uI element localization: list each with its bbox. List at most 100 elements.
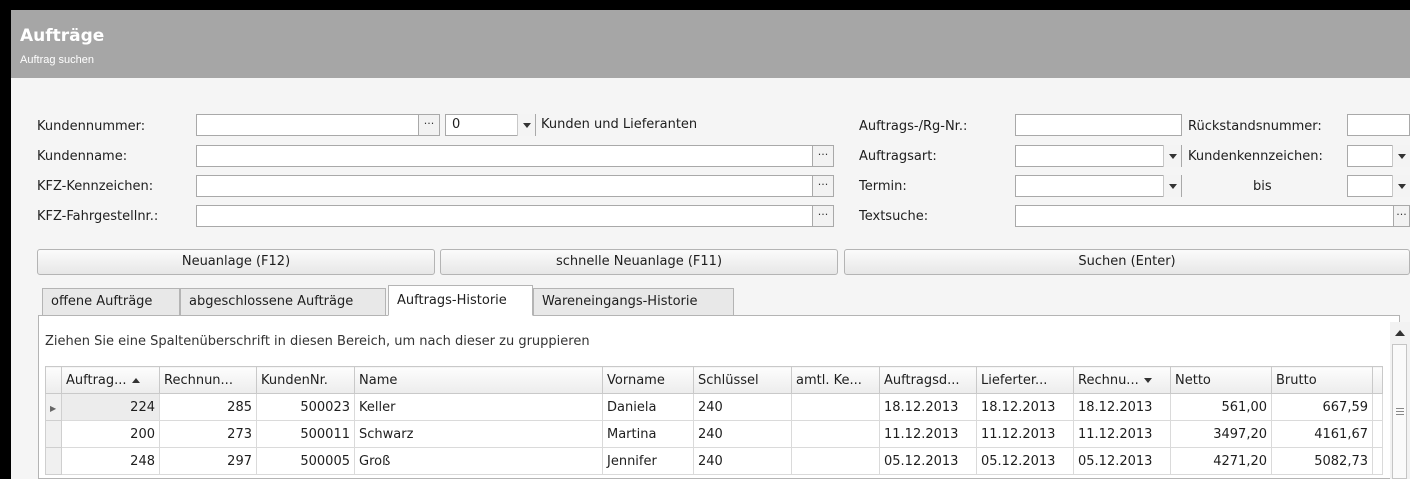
tab-wareneingangs-historie[interactable]: Wareneingangs-Historie xyxy=(533,288,734,316)
kundentyp-dropdown-icon[interactable] xyxy=(517,114,535,136)
col-auftragsdatum[interactable]: Auftragsd... xyxy=(879,366,977,394)
rueckstandsnummer-input[interactable] xyxy=(1347,114,1410,136)
cell-netto[interactable]: 561,00 xyxy=(1170,393,1272,421)
cell-rechnungsdatum[interactable]: 05.12.2013 xyxy=(1073,447,1171,475)
cell-rechnung[interactable]: 297 xyxy=(159,447,257,475)
auftragsart-label: Auftragsart: xyxy=(859,149,937,164)
tab-offene-auftraege[interactable]: offene Aufträge xyxy=(42,288,180,316)
cell-kundennr[interactable]: 500023 xyxy=(256,393,355,421)
col-kundennr[interactable]: KundenNr. xyxy=(256,366,355,394)
kundenkennzeichen-label: Kundenkennzeichen: xyxy=(1188,149,1323,164)
cell-auftrag[interactable]: 200 xyxy=(61,420,160,448)
kundenname-label: Kundenname: xyxy=(37,149,128,164)
kfz-fahrgestellnr-input[interactable] xyxy=(196,205,814,227)
orders-grid: Auftrag... Rechnun... KundenNr. Name Vor… xyxy=(45,366,1383,475)
rueckstandsnummer-label: Rückstandsnummer: xyxy=(1188,119,1322,134)
kfz-kennzeichen-lookup-button[interactable]: ··· xyxy=(812,175,834,197)
cell-filler xyxy=(1372,447,1383,475)
cell-schluessel[interactable]: 240 xyxy=(693,420,792,448)
kundentyp-text: Kunden und Lieferanten xyxy=(541,117,698,132)
cell-vorname[interactable]: Martina xyxy=(602,420,694,448)
neuanlage-button[interactable]: Neuanlage (F12) xyxy=(37,249,435,275)
cell-name[interactable]: Keller xyxy=(354,393,603,421)
cell-name[interactable]: Groß xyxy=(354,447,603,475)
cell-amtl-kennzeichen[interactable] xyxy=(791,420,880,448)
cell-auftragsdatum[interactable]: 11.12.2013 xyxy=(879,420,977,448)
cell-rechnungsdatum[interactable]: 11.12.2013 xyxy=(1073,420,1171,448)
row-indicator xyxy=(45,420,62,448)
cell-amtl-kennzeichen[interactable] xyxy=(791,447,880,475)
termin-to-dropdown-icon[interactable] xyxy=(1392,175,1410,197)
schnelle-neuanlage-button[interactable]: schnelle Neuanlage (F11) xyxy=(440,249,838,275)
suchen-button[interactable]: Suchen (Enter) xyxy=(844,249,1410,275)
window-top-border xyxy=(0,0,1410,10)
kfz-kennzeichen-input[interactable] xyxy=(196,175,814,197)
col-brutto[interactable]: Brutto xyxy=(1271,366,1373,394)
scroll-up-icon[interactable] xyxy=(1395,330,1405,336)
cell-rechnung[interactable]: 273 xyxy=(159,420,257,448)
page-header: Aufträge Auftrag suchen xyxy=(11,10,1410,78)
kfz-fahrgestellnr-lookup-button[interactable]: ··· xyxy=(812,205,834,227)
cell-auftragsdatum[interactable]: 05.12.2013 xyxy=(879,447,977,475)
table-row[interactable]: 248 297 500005 Groß Jennifer 240 05.12.2… xyxy=(45,447,1383,475)
termin-from-select[interactable] xyxy=(1015,175,1182,197)
cell-name[interactable]: Schwarz xyxy=(354,420,603,448)
auftragsart-dropdown-icon[interactable] xyxy=(1163,145,1181,167)
col-name[interactable]: Name xyxy=(354,366,603,394)
kundennummer-input[interactable] xyxy=(196,114,440,136)
cell-vorname[interactable]: Daniela xyxy=(602,393,694,421)
termin-from-dropdown-icon[interactable] xyxy=(1163,175,1181,197)
col-rechnungsdatum-label: Rechnu... xyxy=(1078,373,1152,388)
cell-rechnung[interactable]: 285 xyxy=(159,393,257,421)
table-row[interactable]: 200 273 500011 Schwarz Martina 240 11.12… xyxy=(45,420,1383,448)
cell-auftrag[interactable]: 248 xyxy=(61,447,160,475)
kundenname-input[interactable] xyxy=(196,145,814,167)
cell-netto[interactable]: 3497,20 xyxy=(1170,420,1272,448)
cell-brutto[interactable]: 5082,73 xyxy=(1271,447,1373,475)
kundenkennzeichen-dropdown-icon[interactable] xyxy=(1392,145,1410,167)
col-liefertermin[interactable]: Lieferter... xyxy=(976,366,1074,394)
cell-auftragsdatum[interactable]: 18.12.2013 xyxy=(879,393,977,421)
kfz-fahrgestellnr-label: KFZ-Fahrgestellnr.: xyxy=(37,209,159,224)
textsuche-input[interactable] xyxy=(1015,205,1395,227)
tab-auftrags-historie[interactable]: Auftrags-Historie xyxy=(388,285,533,316)
grid-vertical-scrollbar[interactable] xyxy=(1390,322,1410,479)
group-by-hint[interactable]: Ziehen Sie eine Spaltenüberschrift in di… xyxy=(45,334,590,349)
cell-liefertermin[interactable]: 11.12.2013 xyxy=(976,420,1074,448)
col-rechnung[interactable]: Rechnun... xyxy=(159,366,257,394)
cell-rechnungsdatum[interactable]: 18.12.2013 xyxy=(1073,393,1171,421)
col-filler xyxy=(1372,366,1383,394)
cell-schluessel[interactable]: 240 xyxy=(693,393,792,421)
kundennummer-lookup-button[interactable]: ··· xyxy=(418,114,440,136)
cell-brutto[interactable]: 667,59 xyxy=(1271,393,1373,421)
col-auftrag-label: Auftrag... xyxy=(66,373,140,388)
cell-netto[interactable]: 4271,20 xyxy=(1170,447,1272,475)
row-indicator xyxy=(45,447,62,475)
auftragsnr-input[interactable] xyxy=(1015,114,1182,136)
row-indicator-header xyxy=(45,366,62,394)
cell-amtl-kennzeichen[interactable] xyxy=(791,393,880,421)
cell-auftrag[interactable]: 224 xyxy=(61,393,160,421)
col-schluessel[interactable]: Schlüssel xyxy=(693,366,792,394)
bis-label: bis xyxy=(1253,179,1272,194)
cell-liefertermin[interactable]: 05.12.2013 xyxy=(976,447,1074,475)
col-rechnungsdatum[interactable]: Rechnu... xyxy=(1073,366,1171,394)
table-row[interactable]: ▶ 224 285 500023 Keller Daniela 240 18.1… xyxy=(45,393,1383,421)
cell-filler xyxy=(1372,393,1383,421)
cell-schluessel[interactable]: 240 xyxy=(693,447,792,475)
tab-abgeschlossene-auftraege[interactable]: abgeschlossene Aufträge xyxy=(180,288,386,316)
col-netto[interactable]: Netto xyxy=(1170,366,1272,394)
cell-liefertermin[interactable]: 18.12.2013 xyxy=(976,393,1074,421)
scrollbar-thumb[interactable] xyxy=(1392,344,1407,479)
app-window: Aufträge Auftrag suchen Kundennummer: ··… xyxy=(0,0,1410,479)
col-vorname[interactable]: Vorname xyxy=(602,366,694,394)
cell-vorname[interactable]: Jennifer xyxy=(602,447,694,475)
textsuche-lookup-button[interactable]: ··· xyxy=(1393,205,1410,227)
col-amtl-kennzeichen[interactable]: amtl. Ke... xyxy=(791,366,880,394)
cell-kundennr[interactable]: 500005 xyxy=(256,447,355,475)
cell-kundennr[interactable]: 500011 xyxy=(256,420,355,448)
kundenname-lookup-button[interactable]: ··· xyxy=(812,145,834,167)
auftragsart-select[interactable] xyxy=(1015,145,1182,167)
col-auftrag[interactable]: Auftrag... xyxy=(61,366,160,394)
cell-brutto[interactable]: 4161,67 xyxy=(1271,420,1373,448)
